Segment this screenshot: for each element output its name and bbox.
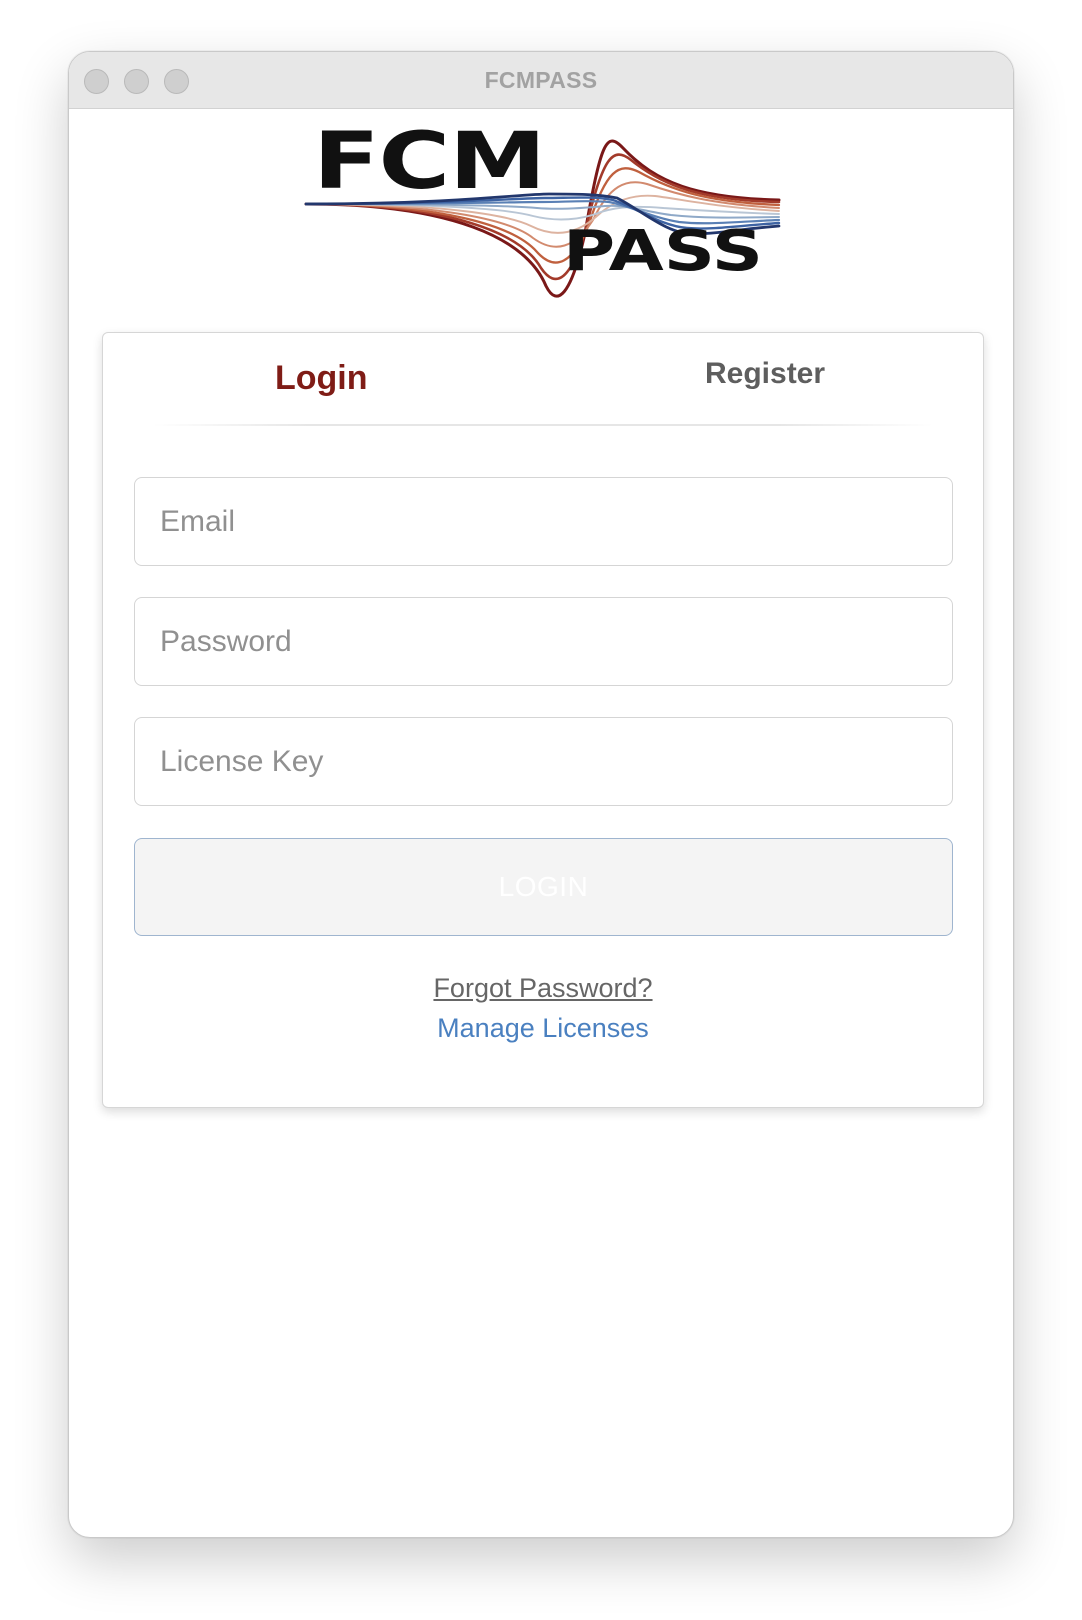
password-input[interactable] <box>134 597 953 686</box>
login-card: Login Register LOGIN Forgot Password? Ma… <box>102 332 984 1108</box>
manage-licenses-row: Manage Licenses <box>103 1013 983 1044</box>
fcmpass-logo: FCM PASS <box>301 118 791 304</box>
manage-licenses-link[interactable]: Manage Licenses <box>437 1013 649 1043</box>
login-button[interactable]: LOGIN <box>134 838 953 936</box>
email-input[interactable] <box>134 477 953 566</box>
auth-tabs: Login Register <box>103 333 983 426</box>
tab-login[interactable]: Login <box>275 359 368 398</box>
forgot-password-link[interactable]: Forgot Password? <box>433 973 652 1003</box>
tab-register[interactable]: Register <box>705 357 825 391</box>
title-bar[interactable]: FCMPASS <box>69 52 1013 109</box>
logo-pass-text: PASS <box>563 219 763 284</box>
tab-divider <box>153 424 933 426</box>
license-key-input[interactable] <box>134 717 953 806</box>
app-window: FCMPASS FCM PASS Login Register Email Li… <box>68 51 1014 1538</box>
forgot-password-row: Forgot Password? <box>103 973 983 1004</box>
window-title: FCMPASS <box>484 67 598 93</box>
logo-fcm-text: FCM <box>313 118 545 207</box>
